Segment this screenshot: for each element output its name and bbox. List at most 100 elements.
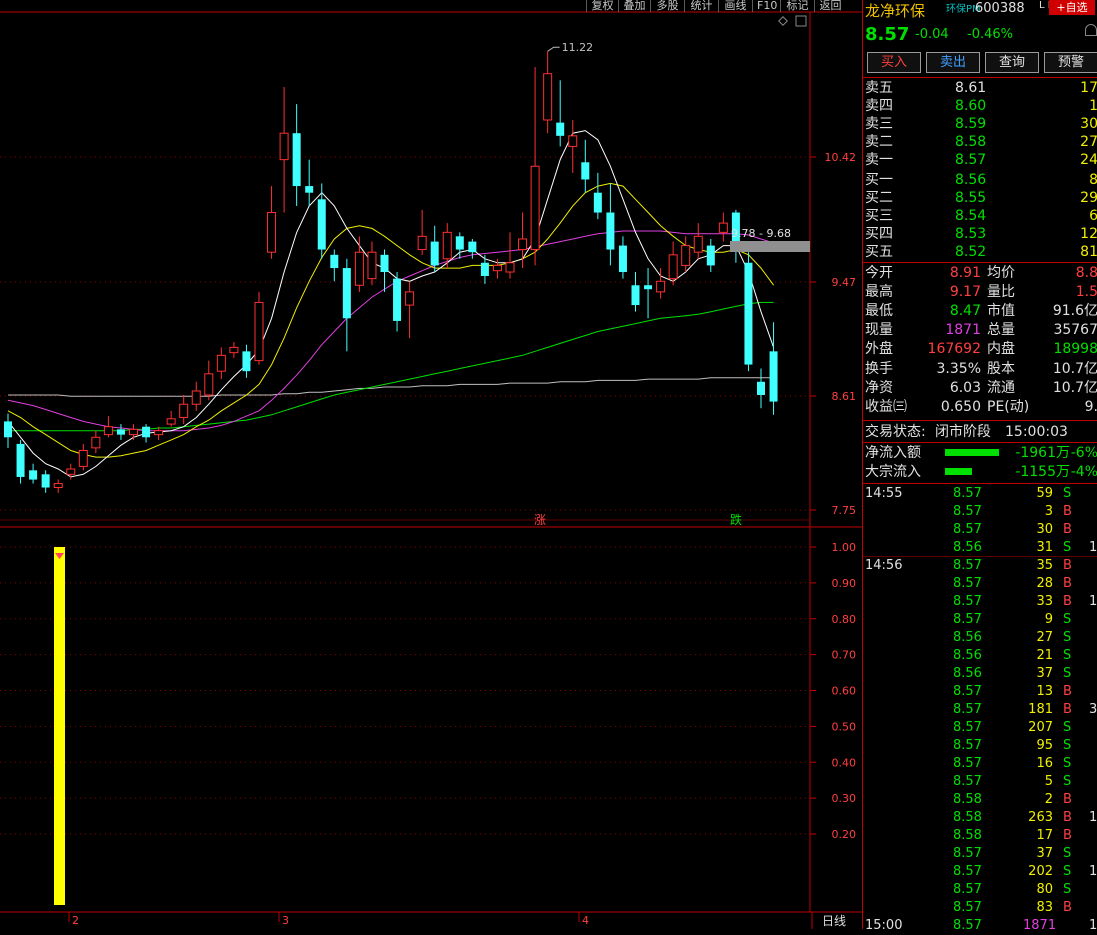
- stat-label: 流通: [987, 380, 1015, 396]
- bell-icon[interactable]: [1085, 24, 1097, 36]
- ask-row[interactable]: 卖二 8.58 27: [863, 133, 1097, 151]
- max-price-label: 11.22: [562, 41, 594, 54]
- flow-bar: [945, 449, 999, 456]
- tick-price: 8.57: [953, 684, 982, 699]
- stat-label: 换手: [865, 361, 893, 377]
- candle-body: [744, 262, 753, 365]
- tick-row[interactable]: 8.56 27 S: [863, 629, 1097, 647]
- divider: [863, 262, 1097, 263]
- candle-body: [480, 262, 489, 276]
- kline-chart-area[interactable]: 10.42 9.47 8.61 7.75 11.22 9.78 - 9.68 涨 跌 1.00 0…: [0, 0, 862, 929]
- tick-row[interactable]: 8.57 3 B: [863, 503, 1097, 521]
- tick-row[interactable]: 8.57 28 B: [863, 575, 1097, 593]
- alert-button[interactable]: 预警: [1044, 52, 1097, 73]
- tick-extra: 1: [1089, 594, 1097, 609]
- ask-row[interactable]: 卖五 8.61 17: [863, 79, 1097, 97]
- tick-row[interactable]: 8.56 21 S: [863, 647, 1097, 665]
- buy-button[interactable]: 买入: [867, 52, 921, 73]
- diamond-icon: [778, 16, 788, 26]
- toolbar-button-4[interactable]: 画线: [718, 0, 752, 12]
- indicator-axis-label: 0.70: [832, 649, 857, 662]
- tick-volume: 37: [1036, 846, 1053, 861]
- tick-row[interactable]: 8.57 83 B: [863, 899, 1097, 917]
- bid-price: 8.53: [955, 226, 987, 242]
- tick-price: 8.56: [953, 648, 982, 663]
- tick-row[interactable]: 14:55 8.57 59 S: [863, 485, 1097, 503]
- sell-button[interactable]: 卖出: [926, 52, 980, 73]
- ask-row[interactable]: 卖三 8.59 30: [863, 115, 1097, 133]
- tick-row[interactable]: 8.57 207 S: [863, 719, 1097, 737]
- bid-label: 买三: [865, 208, 893, 224]
- tick-extra: 3: [1089, 702, 1097, 717]
- tick-row[interactable]: 8.57 95 S: [863, 737, 1097, 755]
- tick-side: S: [1063, 540, 1072, 555]
- status-label: 交易状态:: [865, 424, 926, 440]
- toolbar-button-3[interactable]: 统计: [684, 0, 718, 12]
- tick-row[interactable]: 8.58 263 B 1: [863, 809, 1097, 827]
- flow-value: -1961万: [1015, 445, 1070, 461]
- candle-body: [631, 285, 640, 306]
- candle-body: [455, 236, 464, 250]
- settings-square-icon[interactable]: [795, 15, 807, 27]
- status-value: 闭市阶段: [935, 424, 991, 440]
- price-axis-label: 9.47: [832, 276, 857, 289]
- tick-row[interactable]: 8.57 9 S: [863, 611, 1097, 629]
- tick-volume: 3: [1044, 504, 1053, 519]
- flow-label: 大宗流入: [865, 464, 921, 480]
- candle-body: [757, 381, 765, 395]
- stat-label: 外盘: [865, 341, 893, 357]
- ask-volume: 27: [1080, 134, 1097, 150]
- bid-row[interactable]: 买二 8.55 29: [863, 189, 1097, 207]
- toolbar-button-7[interactable]: 返回: [814, 0, 846, 12]
- ask-row[interactable]: 卖四 8.60 1: [863, 97, 1097, 115]
- tick-row[interactable]: 8.56 31 S 1: [863, 539, 1097, 557]
- tick-row[interactable]: 8.57 13 B: [863, 683, 1097, 701]
- ask-price: 8.59: [955, 116, 987, 132]
- tick-row[interactable]: 15:00 8.57 1871 14: [863, 917, 1097, 935]
- tick-row[interactable]: 8.57 5 S: [863, 773, 1097, 791]
- ask-price: 8.57: [955, 152, 987, 168]
- tick-volume: 21: [1036, 648, 1053, 663]
- tick-row[interactable]: 8.56 37 S: [863, 665, 1097, 683]
- tick-side: B: [1063, 702, 1072, 717]
- query-button[interactable]: 查询: [985, 52, 1039, 73]
- tick-price: 8.57: [953, 882, 982, 897]
- tick-row[interactable]: 8.58 2 B: [863, 791, 1097, 809]
- tick-row[interactable]: 8.57 37 S: [863, 845, 1097, 863]
- tick-row[interactable]: 8.57 202 S 1: [863, 863, 1097, 881]
- tick-price: 8.57: [953, 846, 982, 861]
- kline-chart-svg[interactable]: 10.42 9.47 8.61 7.75 11.22 9.78 - 9.68 涨 跌 1.00 0…: [0, 0, 862, 929]
- toolbar-button-5[interactable]: F10: [752, 0, 780, 12]
- ask-row[interactable]: 卖一 8.57 24: [863, 151, 1097, 169]
- tick-row[interactable]: 8.57 80 S: [863, 881, 1097, 899]
- toolbar-button-0[interactable]: 复权: [586, 0, 618, 12]
- bid-row[interactable]: 买五 8.52 81: [863, 243, 1097, 261]
- bid-row[interactable]: 买四 8.53 12: [863, 225, 1097, 243]
- tick-row[interactable]: 8.57 181 B 3: [863, 701, 1097, 719]
- tick-row[interactable]: 8.57 33 B 1: [863, 593, 1097, 611]
- indicator-axis-label: 0.30: [832, 792, 857, 805]
- candle-body: [693, 235, 703, 253]
- tick-row[interactable]: 14:56 8.57 35 B: [863, 557, 1097, 575]
- candle-body: [430, 241, 439, 266]
- candle-body: [16, 443, 25, 477]
- toolbar-button-2[interactable]: 多股: [650, 0, 684, 12]
- tick-side: S: [1063, 846, 1072, 861]
- toolbar-button-6[interactable]: 标记: [780, 0, 814, 12]
- candle-body: [668, 254, 678, 280]
- bid-row[interactable]: 买一 8.56 8: [863, 171, 1097, 189]
- tick-row[interactable]: 8.57 16 S: [863, 755, 1097, 773]
- tick-row[interactable]: 8.57 30 B: [863, 521, 1097, 539]
- candle-body: [593, 192, 602, 213]
- bid-label: 买五: [865, 244, 893, 260]
- candle-body: [581, 162, 590, 180]
- ask-volume: 30: [1080, 116, 1097, 132]
- bid-volume: 81: [1080, 244, 1097, 260]
- add-watchlist-button[interactable]: +自选: [1049, 0, 1095, 15]
- date-label: 2: [72, 914, 79, 927]
- toolbar-button-1[interactable]: 叠加: [618, 0, 650, 12]
- bid-row[interactable]: 买三 8.54 6: [863, 207, 1097, 225]
- candle-body: [342, 268, 351, 319]
- tick-row[interactable]: 8.58 17 B: [863, 827, 1097, 845]
- stat-label: 今开: [865, 265, 893, 281]
